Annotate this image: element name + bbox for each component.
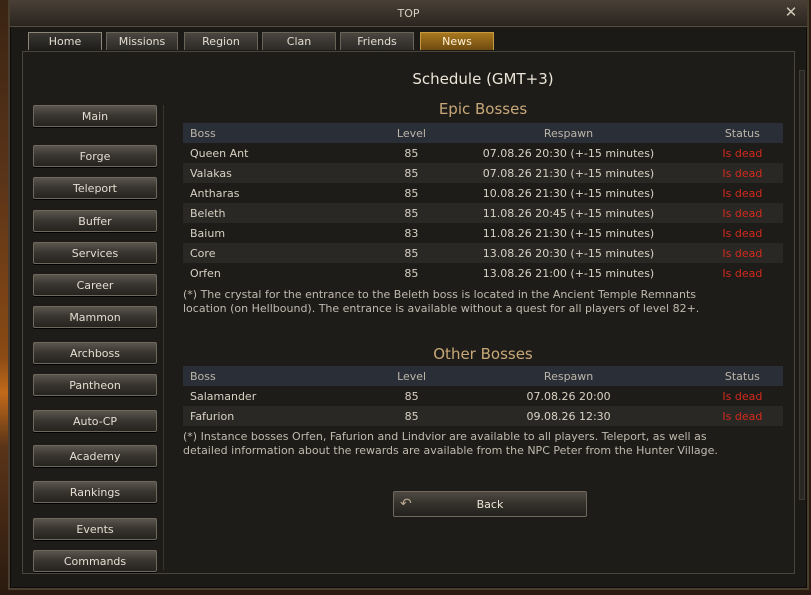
boss-respawn: 11.08.26 20:45 (+-15 minutes) xyxy=(435,203,702,223)
tab-home[interactable]: Home xyxy=(28,32,102,50)
boss-respawn: 07.08.26 21:30 (+-15 minutes) xyxy=(435,163,702,183)
boss-name: Queen Ant xyxy=(183,143,388,163)
sidebar-item-events[interactable]: Events xyxy=(33,518,157,540)
boss-status: Is dead xyxy=(701,163,783,183)
sidebar-item-career[interactable]: Career xyxy=(33,274,157,296)
boss-name: Beleth xyxy=(183,203,388,223)
boss-name: Fafurion xyxy=(183,406,388,426)
boss-respawn: 13.08.26 21:00 (+-15 minutes) xyxy=(435,263,702,283)
boss-name: Salamander xyxy=(183,386,388,406)
epic-bosses-note: (*) The crystal for the entrance to the … xyxy=(183,288,700,315)
col-level: Level xyxy=(387,123,436,143)
sidebar-item-pantheon[interactable]: Pantheon xyxy=(33,374,157,396)
boss-level: 85 xyxy=(387,163,436,183)
boss-name: Orfen xyxy=(183,263,388,283)
col-status: Status xyxy=(701,366,783,386)
table-row: Antharas 85 10.08.26 21:30 (+-15 minutes… xyxy=(183,183,783,203)
boss-respawn: 07.08.26 20:30 (+-15 minutes) xyxy=(435,143,702,163)
table-header: Boss Level Respawn Status xyxy=(183,123,783,143)
close-icon[interactable]: ✕ xyxy=(783,4,799,20)
boss-level: 85 xyxy=(387,243,436,263)
page-title: Schedule (GMT+3) xyxy=(412,70,554,88)
col-respawn: Respawn xyxy=(435,123,702,143)
table-row: Valakas 85 07.08.26 21:30 (+-15 minutes)… xyxy=(183,163,783,183)
boss-status: Is dead xyxy=(701,263,783,283)
tab-clan[interactable]: Clan xyxy=(262,32,336,50)
sidebar-item-main[interactable]: Main xyxy=(33,105,157,127)
sidebar-item-forge[interactable]: Forge xyxy=(33,145,157,167)
boss-level: 85 xyxy=(387,263,436,283)
tab-missions[interactable]: Missions xyxy=(106,32,178,50)
col-level: Level xyxy=(387,366,436,386)
boss-name: Core xyxy=(183,243,388,263)
boss-respawn: 09.08.26 12:30 xyxy=(435,406,702,426)
sidebar-item-commands[interactable]: Commands xyxy=(33,550,157,572)
boss-status: Is dead xyxy=(701,386,783,406)
tab-friends[interactable]: Friends xyxy=(340,32,414,50)
sidebar-item-archboss[interactable]: Archboss xyxy=(33,342,157,364)
boss-name: Antharas xyxy=(183,183,388,203)
boss-status: Is dead xyxy=(701,183,783,203)
boss-respawn: 13.08.26 20:30 (+-15 minutes) xyxy=(435,243,702,263)
boss-level: 85 xyxy=(387,386,436,406)
table-header: Boss Level Respawn Status xyxy=(183,366,783,386)
table-row: Beleth 85 11.08.26 20:45 (+-15 minutes) … xyxy=(183,203,783,223)
boss-name: Valakas xyxy=(183,163,388,183)
table-row: Baium 83 11.08.26 21:30 (+-15 minutes) I… xyxy=(183,223,783,243)
tab-news[interactable]: News xyxy=(420,32,494,50)
window-title: TOP xyxy=(397,7,420,20)
boss-level: 83 xyxy=(387,223,436,243)
sidebar-item-mammon[interactable]: Mammon xyxy=(33,306,157,328)
epic-bosses-title: Epic Bosses xyxy=(438,100,528,118)
other-bosses-note: (*) Instance bosses Orfen, Fafurion and … xyxy=(183,430,718,457)
boss-status: Is dead xyxy=(701,243,783,263)
boss-status: Is dead xyxy=(701,406,783,426)
sidebar-menu: Main Forge Teleport Buffer Services Care… xyxy=(29,105,164,572)
boss-respawn: 07.08.26 20:00 xyxy=(435,386,702,406)
other-bosses-title: Other Bosses xyxy=(433,345,533,363)
boss-status: Is dead xyxy=(701,143,783,163)
col-boss: Boss xyxy=(183,366,388,386)
sidebar-item-rankings[interactable]: Rankings xyxy=(33,481,157,503)
table-row: Fafurion 85 09.08.26 12:30 Is dead xyxy=(183,406,783,426)
boss-status: Is dead xyxy=(701,223,783,243)
boss-name: Baium xyxy=(183,223,388,243)
boss-respawn: 11.08.26 21:30 (+-15 minutes) xyxy=(435,223,702,243)
scrollbar[interactable] xyxy=(799,70,805,500)
back-button[interactable]: ↶ Back xyxy=(393,491,587,517)
table-row: Queen Ant 85 07.08.26 20:30 (+-15 minute… xyxy=(183,143,783,163)
back-button-label: Back xyxy=(476,498,504,511)
tab-region[interactable]: Region xyxy=(184,32,258,50)
table-row: Core 85 13.08.26 20:30 (+-15 minutes) Is… xyxy=(183,243,783,263)
title-bar[interactable]: TOP ✕ xyxy=(10,0,807,27)
boss-level: 85 xyxy=(387,406,436,426)
other-bosses-table: Boss Level Respawn Status Salamander 85 … xyxy=(183,366,783,426)
table-row: Orfen 85 13.08.26 21:00 (+-15 minutes) I… xyxy=(183,263,783,283)
table-row: Salamander 85 07.08.26 20:00 Is dead xyxy=(183,386,783,406)
sidebar-item-academy[interactable]: Academy xyxy=(33,445,157,467)
boss-level: 85 xyxy=(387,183,436,203)
boss-level: 85 xyxy=(387,143,436,163)
col-respawn: Respawn xyxy=(435,366,702,386)
epic-bosses-table: Boss Level Respawn Status Queen Ant 85 0… xyxy=(183,123,783,283)
boss-level: 85 xyxy=(387,203,436,223)
boss-respawn: 10.08.26 21:30 (+-15 minutes) xyxy=(435,183,702,203)
sidebar-item-teleport[interactable]: Teleport xyxy=(33,177,157,199)
community-board-window: TOP ✕ Home Missions Region Clan Friends … xyxy=(8,0,809,590)
boss-status: Is dead xyxy=(701,203,783,223)
col-boss: Boss xyxy=(183,123,388,143)
col-status: Status xyxy=(701,123,783,143)
sidebar-item-services[interactable]: Services xyxy=(33,242,157,264)
sidebar-item-auto-cp[interactable]: Auto-CP xyxy=(33,410,157,432)
sidebar-item-buffer[interactable]: Buffer xyxy=(33,210,157,232)
